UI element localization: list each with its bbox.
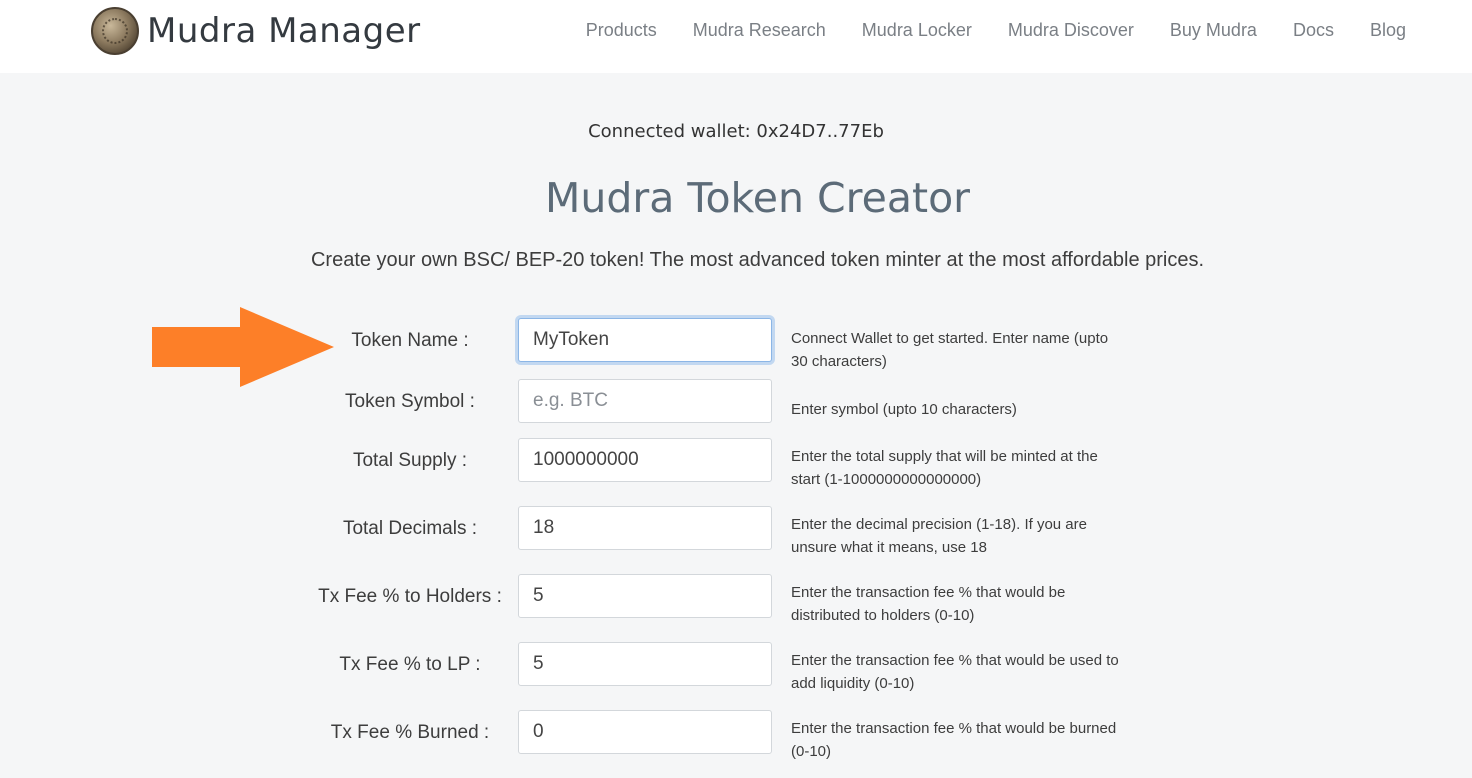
token-symbol-input[interactable] xyxy=(518,379,772,423)
fee-holders-help: Enter the transaction fee % that would b… xyxy=(791,584,1066,624)
token-symbol-help: Enter symbol (upto 10 characters) xyxy=(791,401,1017,418)
fee-lp-help: Enter the transaction fee % that would b… xyxy=(791,652,1119,692)
fee-lp-input[interactable] xyxy=(518,642,772,686)
nav-docs[interactable]: Docs xyxy=(1293,20,1334,41)
total-decimals-help: Enter the decimal precision (1-18). If y… xyxy=(791,516,1087,556)
fee-burned-help: Enter the transaction fee % that would b… xyxy=(791,720,1117,760)
nav-mudra-locker[interactable]: Mudra Locker xyxy=(862,20,972,41)
page-title: Mudra Token Creator xyxy=(544,174,971,222)
nav-products[interactable]: Products xyxy=(586,20,657,41)
connected-wallet-status: Connected wallet: 0x24D7..77Eb xyxy=(588,121,884,142)
top-navbar: Mudra Manager Products Mudra Research Mu… xyxy=(0,0,1472,73)
nav-buy-mudra[interactable]: Buy Mudra xyxy=(1170,20,1257,41)
brand[interactable]: Mudra Manager xyxy=(91,6,421,56)
total-supply-help: Enter the total supply that will be mint… xyxy=(791,448,1098,488)
total-supply-input[interactable] xyxy=(518,438,772,482)
fee-burned-input[interactable] xyxy=(518,710,772,754)
total-decimals-input[interactable] xyxy=(518,506,772,550)
nav-mudra-research[interactable]: Mudra Research xyxy=(693,20,826,41)
nav-blog[interactable]: Blog xyxy=(1370,20,1406,41)
brand-name: Mudra Manager xyxy=(147,11,421,51)
token-name-help: Connect Wallet to get started. Enter nam… xyxy=(791,330,1109,370)
mudra-coin-icon xyxy=(91,7,139,55)
token-name-input[interactable] xyxy=(518,318,772,362)
page-subtitle: Create your own BSC/ BEP-20 token! The m… xyxy=(310,249,1205,271)
nav-mudra-discover[interactable]: Mudra Discover xyxy=(1008,20,1134,41)
fee-holders-input[interactable] xyxy=(518,574,772,618)
main-nav: Products Mudra Research Mudra Locker Mud… xyxy=(586,20,1406,41)
